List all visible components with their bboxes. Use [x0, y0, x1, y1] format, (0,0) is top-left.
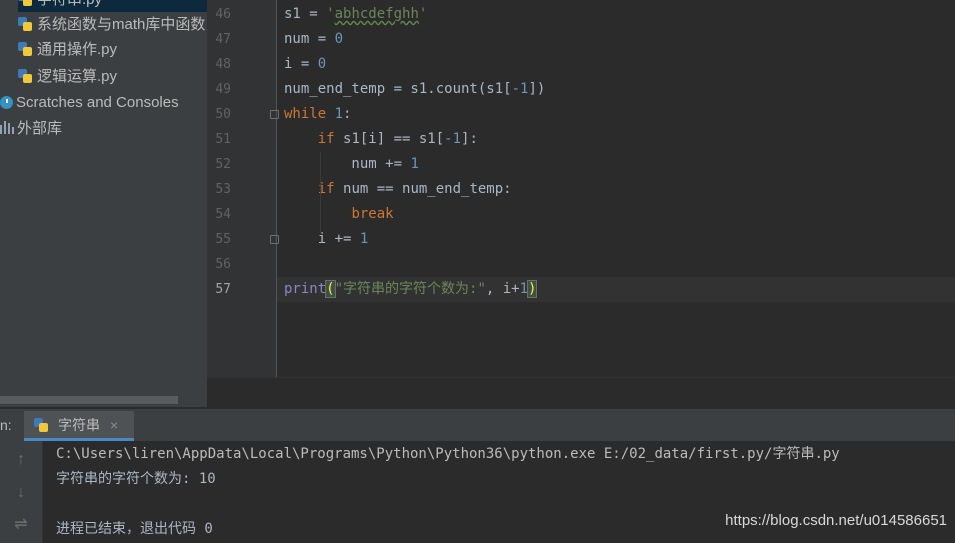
- fold-marker-icon[interactable]: [270, 235, 279, 244]
- code-token: abhcdefghh: [334, 6, 419, 22]
- line-number: 54: [215, 207, 231, 222]
- code-token: ': [418, 6, 428, 22]
- tree-item-file[interactable]: 逻辑运算.py: [18, 65, 117, 89]
- scroll-down-icon[interactable]: ↓: [12, 484, 30, 502]
- code-token: num == num_end_temp:: [343, 181, 512, 197]
- tree-item-label: 通用操作.py: [37, 41, 118, 58]
- tree-item-file[interactable]: 通用操作.py: [18, 38, 117, 62]
- tree-item-label: 字符串.py: [37, 0, 102, 8]
- line-number: 53: [215, 182, 231, 197]
- code-token: "字符串的字符个数为:": [334, 281, 486, 297]
- code-line[interactable]: s1 = 'abhcdefghh': [284, 2, 427, 27]
- tree-item-file[interactable]: 系统函数与math库中函数: [18, 13, 205, 37]
- close-icon[interactable]: ×: [110, 411, 118, 439]
- code-line[interactable]: i += 1: [284, 227, 369, 252]
- editor-bottom-area: [207, 377, 955, 408]
- line-number: 52: [215, 157, 231, 172]
- run-tab-label: 字符串: [58, 417, 100, 433]
- indent-guide: [320, 152, 321, 232]
- tree-item-external-libraries[interactable]: 外部库: [0, 117, 62, 141]
- code-token: s1 =: [284, 6, 327, 22]
- horizontal-scrollbar[interactable]: [0, 396, 178, 404]
- code-token: num +=: [284, 156, 411, 172]
- code-token: i +=: [284, 231, 360, 247]
- code-token: , i+: [485, 281, 520, 297]
- code-token: (: [325, 280, 336, 298]
- code-token: 1: [334, 106, 344, 122]
- code-line[interactable]: num += 1: [284, 152, 419, 177]
- run-toolbar: ↑ ↓ ⇌: [0, 441, 43, 543]
- code-line[interactable]: num = 0: [284, 27, 343, 52]
- tree-item-scratches[interactable]: Scratches and Consoles: [0, 91, 179, 115]
- code-token: num_end_temp = s1.count(s1[: [284, 81, 512, 97]
- code-token: break: [351, 206, 394, 222]
- code-line[interactable]: i = 0: [284, 52, 326, 77]
- line-number: 46: [215, 7, 231, 22]
- code-token: 0: [317, 56, 327, 72]
- code-line[interactable]: if num == num_end_temp:: [284, 177, 512, 202]
- scratches-icon: [0, 96, 13, 109]
- tree-item-file[interactable]: 字符串.py: [18, 0, 207, 12]
- tree-item-label: 逻辑运算.py: [37, 68, 118, 85]
- code-token: ): [526, 280, 538, 298]
- code-token: ]:: [461, 131, 478, 147]
- code-token: if: [317, 131, 344, 147]
- tree-item-label: 外部库: [17, 120, 63, 137]
- watermark: https://blog.csdn.net/u014586651: [725, 512, 947, 529]
- code-token: 1: [410, 156, 419, 172]
- code-line[interactable]: while 1:: [284, 102, 351, 127]
- python-file-icon: [18, 0, 32, 6]
- code-token: if: [317, 181, 344, 197]
- line-number: 48: [215, 57, 231, 72]
- code-token: -1: [444, 131, 462, 147]
- code-token: :: [343, 106, 352, 122]
- code-token: 1: [519, 281, 529, 297]
- line-number: 55: [215, 232, 231, 247]
- console-output-line: 字符串的字符个数为: 10: [56, 471, 216, 487]
- project-tree: 字符串.py 系统函数与math库中函数 通用操作.py 逻辑运算.py Scr…: [0, 0, 207, 407]
- code-token: 0: [334, 31, 344, 47]
- code-token: num =: [284, 31, 335, 47]
- python-file-icon: [34, 418, 48, 432]
- tree-item-label: Scratches and Consoles: [16, 94, 179, 111]
- code-token: ': [326, 6, 335, 22]
- code-line[interactable]: print("字符串的字符个数为:", i+1): [284, 277, 538, 302]
- code-token: ]): [528, 81, 546, 97]
- code-token: print: [284, 281, 327, 297]
- tree-item-label: 系统函数与math库中函数: [37, 16, 206, 33]
- code-token: -1: [511, 81, 529, 97]
- line-number: 51: [215, 132, 231, 147]
- run-panel-header: n: 字符串 ×: [0, 408, 955, 441]
- code-token: while: [284, 106, 335, 122]
- line-number: 49: [215, 82, 231, 97]
- line-number: 56: [215, 257, 231, 272]
- run-tab[interactable]: 字符串 ×: [24, 411, 134, 441]
- python-file-icon: [18, 17, 32, 31]
- soft-wrap-icon[interactable]: ⇌: [12, 516, 30, 534]
- line-number: 47: [215, 32, 231, 47]
- code-token: s1[i] == s1[: [343, 131, 445, 147]
- code-line[interactable]: if s1[i] == s1[-1]:: [284, 127, 478, 152]
- line-number: 50: [215, 107, 231, 122]
- python-file-icon: [18, 42, 32, 56]
- fold-marker-icon[interactable]: [270, 110, 279, 119]
- console-exit-message: 进程已结束，退出代码 0: [56, 521, 213, 537]
- code-token: 1: [359, 231, 369, 247]
- console-command: C:\Users\liren\AppData\Local\Programs\Py…: [56, 446, 840, 462]
- code-line[interactable]: break: [284, 202, 394, 227]
- scroll-up-icon[interactable]: ↑: [12, 451, 30, 469]
- python-file-icon: [18, 69, 32, 83]
- line-number: 57: [215, 282, 231, 297]
- code-line[interactable]: num_end_temp = s1.count(s1[-1]): [284, 77, 545, 102]
- run-panel-label: n:: [0, 417, 12, 433]
- code-token: i =: [284, 56, 318, 72]
- library-icon: [0, 121, 14, 134]
